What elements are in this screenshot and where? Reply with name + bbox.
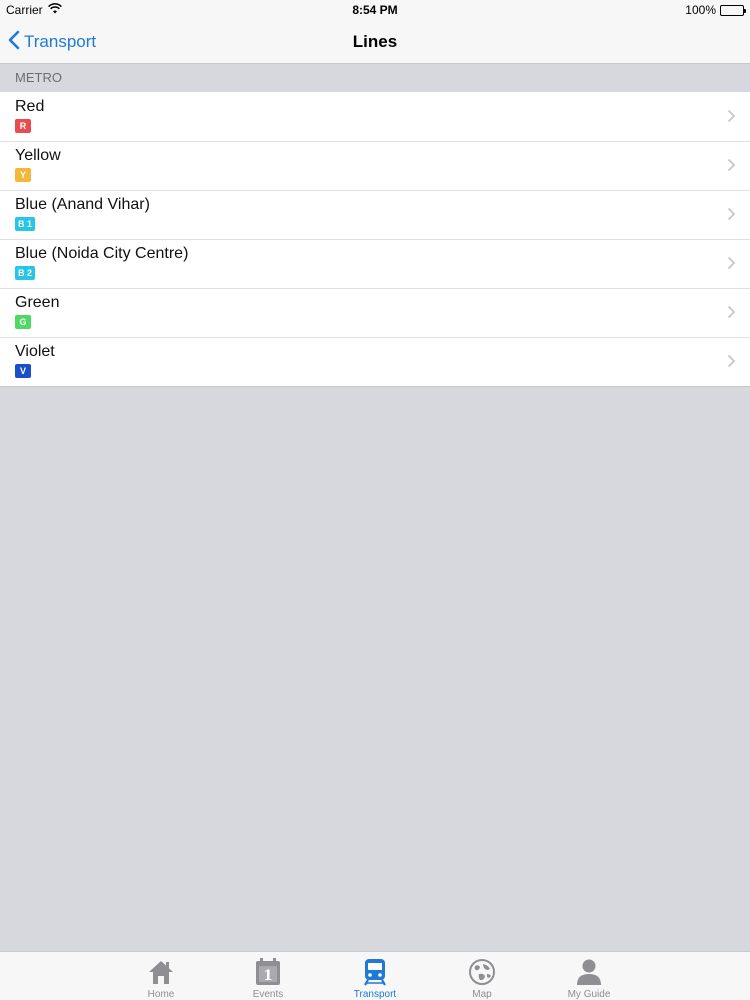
lines-list: Red R Yellow Y Blue (Anand Vihar) B 1 Bl… <box>0 92 750 387</box>
line-name: Yellow <box>15 147 61 164</box>
tab-label: My Guide <box>567 989 611 1000</box>
tab-events[interactable]: 1 Events <box>215 952 322 1000</box>
section-header: METRO <box>0 64 750 92</box>
tab-map[interactable]: Map <box>429 952 536 1000</box>
train-icon <box>363 957 387 987</box>
line-badge: Y <box>15 168 31 182</box>
list-item[interactable]: Green G <box>0 288 750 337</box>
line-badge: R <box>15 119 31 133</box>
line-badge: B 2 <box>15 266 36 280</box>
battery-icon <box>720 4 746 16</box>
svg-text:1: 1 <box>263 968 273 984</box>
tab-home[interactable]: Home <box>108 952 215 1000</box>
list-item[interactable]: Yellow Y <box>0 141 750 190</box>
chevron-right-icon <box>727 109 736 128</box>
line-name: Blue (Anand Vihar) <box>15 196 150 213</box>
line-name: Violet <box>15 343 55 360</box>
list-item[interactable]: Blue (Anand Vihar) B 1 <box>0 190 750 239</box>
line-badge: V <box>15 364 31 378</box>
list-divider <box>0 386 750 387</box>
list-item[interactable]: Red R <box>0 92 750 141</box>
tab-label: Map <box>472 989 492 1000</box>
status-right: 100% <box>685 3 746 17</box>
tab-my-guide[interactable]: My Guide <box>536 952 643 1000</box>
tab-bar: Home 1 Events Transport Map My Guide <box>0 951 750 1000</box>
line-name: Blue (Noida City Centre) <box>15 245 189 262</box>
nav-bar: Transport Lines <box>0 20 750 64</box>
tab-label: Transport <box>353 989 397 1000</box>
list-item[interactable]: Blue (Noida City Centre) B 2 <box>0 239 750 288</box>
screen: Carrier 8:54 PM 100% Transport Lines MET… <box>0 0 750 1000</box>
chevron-right-icon <box>727 158 736 177</box>
globe-icon <box>468 957 496 987</box>
chevron-right-icon <box>727 207 736 226</box>
calendar-icon: 1 <box>255 957 281 987</box>
line-badge: G <box>15 315 31 329</box>
chevron-right-icon <box>727 256 736 275</box>
chevron-right-icon <box>727 354 736 373</box>
tab-label: Events <box>252 989 284 1000</box>
line-name: Green <box>15 294 60 311</box>
home-icon <box>147 957 175 987</box>
person-icon <box>575 957 603 987</box>
status-bar: Carrier 8:54 PM 100% <box>0 0 750 20</box>
list-item[interactable]: Violet V <box>0 337 750 386</box>
battery-percent: 100% <box>685 3 716 17</box>
tab-label: Home <box>147 989 175 1000</box>
chevron-right-icon <box>727 305 736 324</box>
line-badge: B 1 <box>15 217 36 231</box>
status-time: 8:54 PM <box>352 3 398 17</box>
page-title: Lines <box>352 32 398 51</box>
tab-transport[interactable]: Transport <box>322 952 429 1000</box>
line-name: Red <box>15 98 45 115</box>
